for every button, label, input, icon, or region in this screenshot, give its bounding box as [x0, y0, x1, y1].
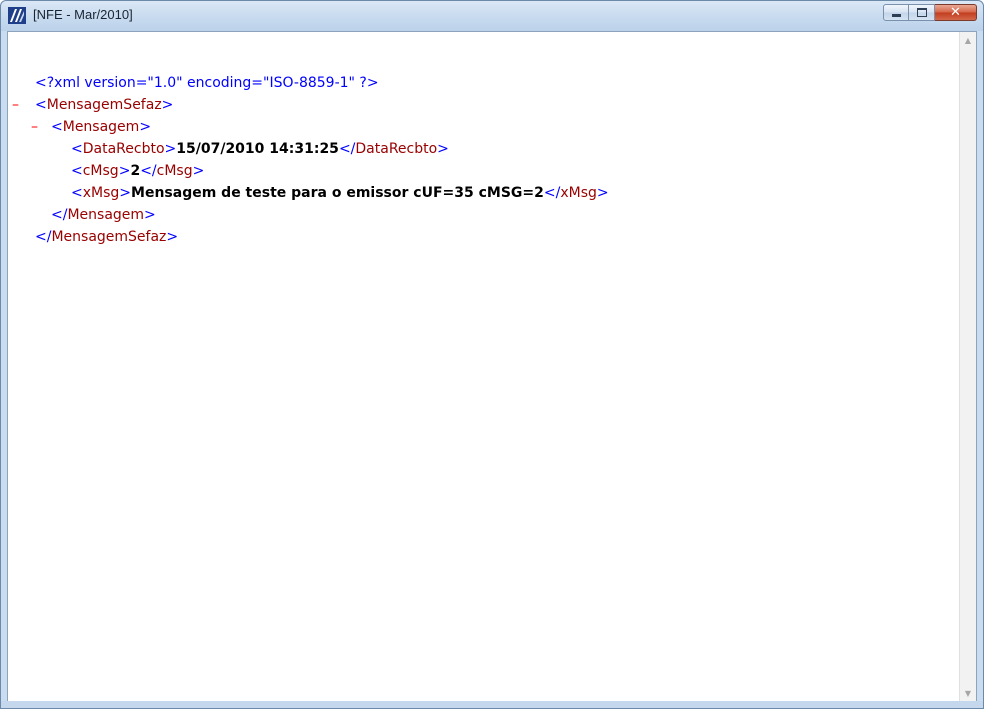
minimize-button[interactable] [883, 4, 909, 21]
tag-cmsg-close: </cMsg> [140, 163, 205, 179]
maximize-button[interactable] [909, 4, 935, 21]
close-icon: ✕ [950, 5, 961, 20]
tag-mensagemsefaz-open: <MensagemSefaz> [35, 97, 174, 113]
xml-declaration-line: <?xml version="1.0" encoding="ISO-8859-1… [35, 72, 379, 94]
xml-tree-view: <?xml version="1.0" encoding="ISO-8859-1… [8, 32, 958, 702]
xml-node-cmsg: <cMsg>2</cMsg> [71, 160, 204, 182]
xml-node-mensagem-open: <Mensagem> [51, 116, 151, 138]
tag-datarecbto-close: </DataRecbto> [338, 141, 449, 157]
xml-node-mensagem-close: </Mensagem> [51, 204, 156, 226]
vertical-scrollbar[interactable]: ▲ ▼ [959, 32, 976, 702]
scroll-up-arrow-icon[interactable]: ▲ [960, 32, 976, 49]
datarecbto-value: 15/07/2010 14:31:25 [176, 141, 339, 157]
xml-node-mensagemsefaz-open: <MensagemSefaz> [35, 94, 173, 116]
scroll-down-arrow-icon[interactable]: ▼ [960, 685, 976, 702]
minimize-icon [891, 13, 901, 17]
app-logo-icon [8, 7, 26, 24]
tag-mensagemsefaz-close: </MensagemSefaz> [35, 229, 179, 245]
tag-datarecbto-open: <DataRecbto> [71, 141, 177, 157]
document-area: <?xml version="1.0" encoding="ISO-8859-1… [7, 31, 977, 703]
tag-cmsg-open: <cMsg> [71, 163, 131, 179]
window-bottom-border [1, 701, 983, 708]
xml-viewer-window: [NFE - Mar/2010] ✕ <?xml version="1.0" e… [0, 0, 984, 709]
xml-node-datarecbto: <DataRecbto>15/07/2010 14:31:25</DataRec… [71, 138, 449, 160]
maximize-icon [916, 8, 927, 17]
xml-node-mensagemsefaz-close: </MensagemSefaz> [35, 226, 178, 248]
cmsg-value: 2 [130, 163, 141, 179]
title-bar[interactable]: [NFE - Mar/2010] ✕ [1, 1, 983, 31]
window-title: [NFE - Mar/2010] [33, 7, 133, 22]
xml-declaration: <?xml version="1.0" encoding="ISO-8859-1… [35, 75, 379, 91]
xmsg-value: Mensagem de teste para o emissor cUF=35 … [131, 185, 544, 201]
window-controls: ✕ [883, 4, 977, 22]
close-button[interactable]: ✕ [935, 4, 977, 21]
collapse-toggle-mensagem[interactable]: – [31, 116, 38, 138]
tag-xmsg-close: </xMsg> [543, 185, 609, 201]
tag-mensagem-close: </Mensagem> [51, 207, 156, 223]
tag-xmsg-open: <xMsg> [71, 185, 132, 201]
collapse-toggle-root[interactable]: – [12, 94, 19, 116]
xml-node-xmsg: <xMsg>Mensagem de teste para o emissor c… [71, 182, 609, 204]
tag-mensagem-open: <Mensagem> [51, 119, 152, 135]
